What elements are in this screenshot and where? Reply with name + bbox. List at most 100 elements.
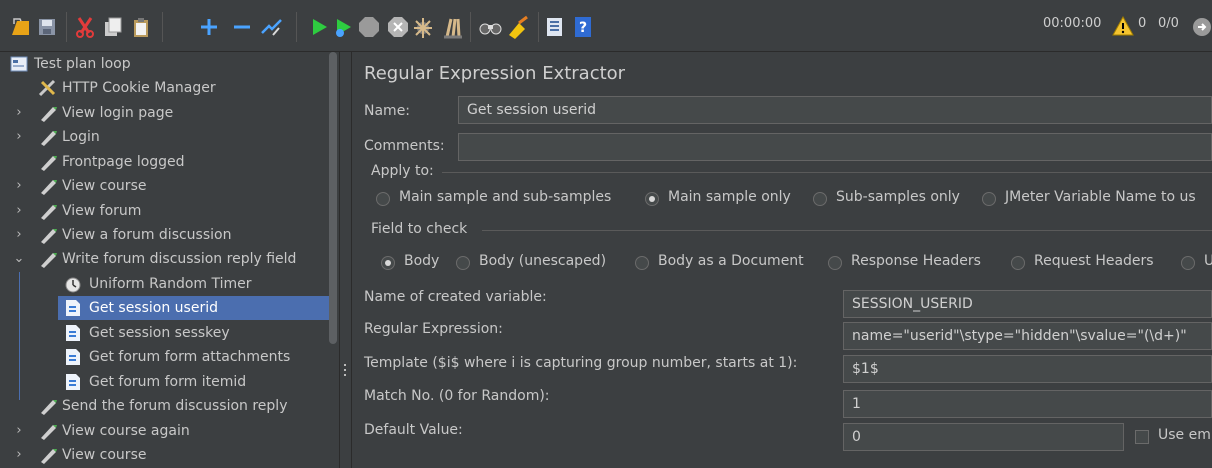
created-variable-field[interactable]: SESSION_USERID (843, 290, 1212, 318)
field-to-check-border (482, 230, 1212, 231)
field-body-radio[interactable] (381, 256, 395, 270)
field-body-unescaped-radio[interactable] (456, 256, 470, 270)
expand-arrow-icon[interactable]: › (12, 419, 26, 443)
test-plan-tree[interactable]: Test plan loop HTTP Cookie Manager › Vie… (0, 52, 339, 468)
toolbar: ? 00:00:00 0 0/0 (0, 0, 1212, 52)
name-field[interactable]: Get session userid (458, 96, 1212, 124)
svg-text:?: ? (579, 20, 587, 36)
extractor-icon (64, 299, 82, 317)
use-empty-default-label: Use em (1158, 427, 1211, 443)
field-request-headers-radio[interactable] (1011, 256, 1025, 270)
extractor-icon (64, 373, 82, 391)
help-icon[interactable]: ? (570, 14, 596, 40)
cut-icon[interactable] (72, 14, 98, 40)
elapsed-timer: 00:00:00 (1043, 16, 1102, 31)
copy-icon[interactable] (100, 14, 126, 40)
use-empty-default-checkbox[interactable] (1135, 430, 1149, 444)
tree-node[interactable]: › View forum (0, 199, 339, 223)
apply-sub-only-radio[interactable] (813, 192, 827, 206)
extractor-icon (64, 324, 82, 342)
tree-node[interactable]: › Login (0, 125, 339, 149)
collapse-icon[interactable] (229, 14, 255, 40)
field-body-label: Body (404, 253, 440, 269)
reset-search-icon[interactable] (505, 14, 531, 40)
created-variable-label: Name of created variable: (364, 289, 547, 305)
default-value-field[interactable]: 0 (843, 423, 1124, 451)
tree-node[interactable]: Get forum form itemid (0, 370, 339, 394)
panel-title: Regular Expression Extractor (364, 63, 626, 84)
expand-arrow-icon[interactable]: › (12, 101, 26, 125)
tree-node-test-plan[interactable]: Test plan loop (0, 52, 339, 76)
start-no-pause-icon[interactable] (332, 14, 358, 40)
expand-arrow-icon[interactable]: › (12, 125, 26, 149)
tree-node[interactable]: ⌄ Write forum discussion reply field (0, 247, 339, 271)
tree-node[interactable]: › View course again (0, 419, 339, 443)
template-field[interactable]: $1$ (843, 355, 1212, 383)
search-icon[interactable] (478, 14, 504, 40)
field-response-headers-label: Response Headers (851, 253, 981, 269)
comments-field[interactable] (458, 133, 1212, 161)
expand-arrow-icon[interactable]: › (12, 199, 26, 223)
test-plan-icon (10, 55, 28, 73)
sampler-pencil-icon (38, 177, 57, 195)
field-body-unescaped-label: Body (unescaped) (479, 253, 607, 269)
sampler-pencil-icon (38, 397, 57, 415)
tree-node-selected[interactable]: Get session userid (58, 296, 329, 320)
sampler-pencil-icon (38, 153, 57, 171)
default-value-label: Default Value: (364, 422, 463, 438)
tree-node[interactable]: Get forum form attachments (0, 345, 339, 369)
field-body-document-label: Body as a Document (658, 253, 804, 269)
extractor-panel: Regular Expression Extractor Name: Get s… (352, 52, 1212, 468)
tree-node[interactable]: Frontpage logged (0, 150, 339, 174)
apply-main-and-sub-radio[interactable] (376, 192, 390, 206)
tools-icon (38, 79, 56, 97)
expand-icon[interactable] (196, 14, 222, 40)
match-no-field[interactable]: 1 (843, 390, 1212, 418)
toggle-icon[interactable] (259, 14, 285, 40)
split-pane-divider[interactable] (339, 52, 352, 468)
tree-scrollbar[interactable] (329, 52, 337, 344)
start-icon[interactable] (306, 14, 332, 40)
tree-node[interactable]: › View course (0, 174, 339, 198)
paste-icon[interactable] (128, 14, 154, 40)
apply-to-legend: Apply to: (371, 163, 434, 179)
collapse-arrow-icon[interactable]: ⌄ (12, 247, 26, 271)
tree-node[interactable]: Uniform Random Timer (0, 272, 339, 296)
regex-field[interactable]: name="userid"\stype="hidden"\svalue="(\d… (843, 322, 1212, 350)
stop-icon[interactable] (356, 14, 382, 40)
tree-node-cookie-manager[interactable]: HTTP Cookie Manager (0, 76, 339, 100)
expand-arrow-icon[interactable]: › (12, 174, 26, 198)
function-helper-icon[interactable] (542, 14, 568, 40)
expand-arrow-icon[interactable]: › (12, 223, 26, 247)
sampler-pencil-icon (38, 446, 57, 464)
comments-label: Comments: (364, 138, 445, 154)
field-url-radio[interactable] (1181, 256, 1195, 270)
templates-icon[interactable] (8, 14, 34, 40)
apply-main-and-sub-label: Main sample and sub-samples (399, 189, 612, 205)
template-label: Template ($i$ where i is capturing group… (364, 355, 798, 371)
tree-node[interactable]: › View login page (0, 101, 339, 125)
apply-main-only-label: Main sample only (668, 189, 791, 205)
extractor-icon (64, 348, 82, 366)
field-response-headers-radio[interactable] (828, 256, 842, 270)
expand-arrow-icon[interactable]: › (12, 443, 26, 467)
tree-node[interactable]: Get session sesskey (0, 321, 339, 345)
tree-node[interactable]: › View a forum discussion (0, 223, 339, 247)
field-url-label: U (1204, 253, 1212, 269)
field-body-document-radio[interactable] (635, 256, 649, 270)
warning-icon[interactable] (1110, 13, 1136, 39)
tree-node[interactable]: Send the forum discussion reply (0, 394, 339, 418)
apply-jmeter-var-label: JMeter Variable Name to us (1005, 189, 1196, 205)
field-request-headers-label: Request Headers (1034, 253, 1154, 269)
sampler-pencil-icon (38, 128, 57, 146)
shutdown-icon[interactable] (385, 14, 411, 40)
clear-all-icon[interactable] (440, 14, 466, 40)
apply-jmeter-var-radio[interactable] (982, 192, 996, 206)
save-icon[interactable] (34, 14, 60, 40)
tree-node[interactable]: › View course (0, 443, 339, 467)
apply-to-border (442, 172, 1212, 173)
clear-icon[interactable] (410, 14, 436, 40)
timer-icon (64, 275, 82, 293)
sampler-pencil-icon (38, 250, 57, 268)
apply-main-only-radio[interactable] (645, 192, 659, 206)
